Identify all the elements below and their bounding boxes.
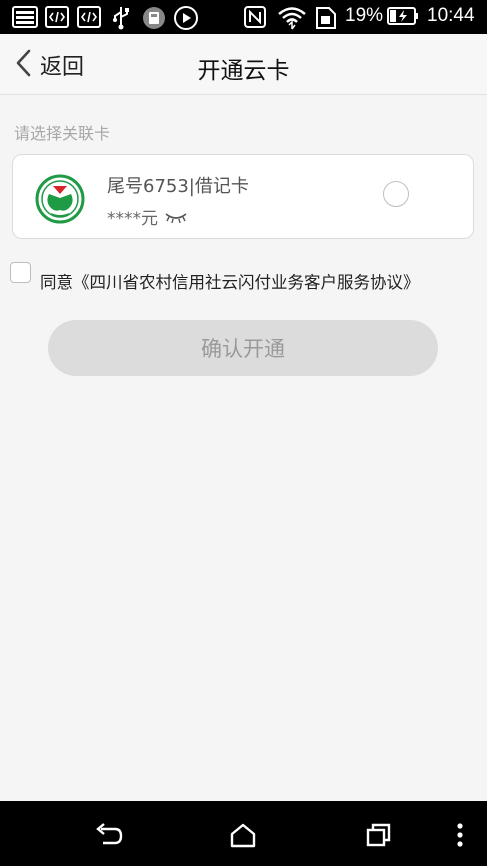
eye-closed-icon[interactable]	[164, 210, 188, 224]
recents-icon[interactable]	[362, 818, 396, 852]
clock: 10:44	[427, 5, 475, 26]
agreement-checkbox[interactable]	[10, 262, 31, 283]
storage-icon	[141, 6, 167, 30]
battery-charging-icon	[387, 6, 419, 26]
play-icon	[173, 6, 199, 30]
card-name: 尾号6753|借记卡	[107, 176, 249, 197]
code-icon	[45, 6, 69, 28]
card-item[interactable]: 尾号6753|借记卡 ****元	[12, 154, 474, 239]
section-label: 请选择关联卡	[14, 124, 111, 143]
agreement-text[interactable]: 同意《四川省农村信用社云闪付业务客户服务协议》	[40, 269, 420, 293]
card-balance: ****元	[107, 209, 158, 229]
battery-percent: 19%	[345, 5, 384, 26]
sim-icon	[315, 6, 337, 30]
card-balance-row: ****元	[107, 204, 188, 229]
image-icon	[12, 6, 38, 28]
navigation-bar	[0, 801, 487, 866]
back-icon[interactable]	[91, 818, 125, 852]
usb-icon	[110, 6, 132, 30]
wifi-icon	[277, 6, 307, 30]
bank-logo-icon	[35, 174, 85, 224]
nfc-icon	[244, 6, 266, 28]
status-bar: 19% 10:44	[0, 0, 487, 34]
confirm-button[interactable]: 确认开通	[48, 320, 438, 376]
home-icon[interactable]	[226, 818, 260, 852]
page-title: 开通云卡	[197, 58, 290, 84]
menu-icon[interactable]	[450, 818, 470, 852]
card-select-radio[interactable]	[383, 181, 409, 207]
code-icon	[77, 6, 101, 28]
header-bar: 返回 开通云卡	[0, 34, 487, 95]
